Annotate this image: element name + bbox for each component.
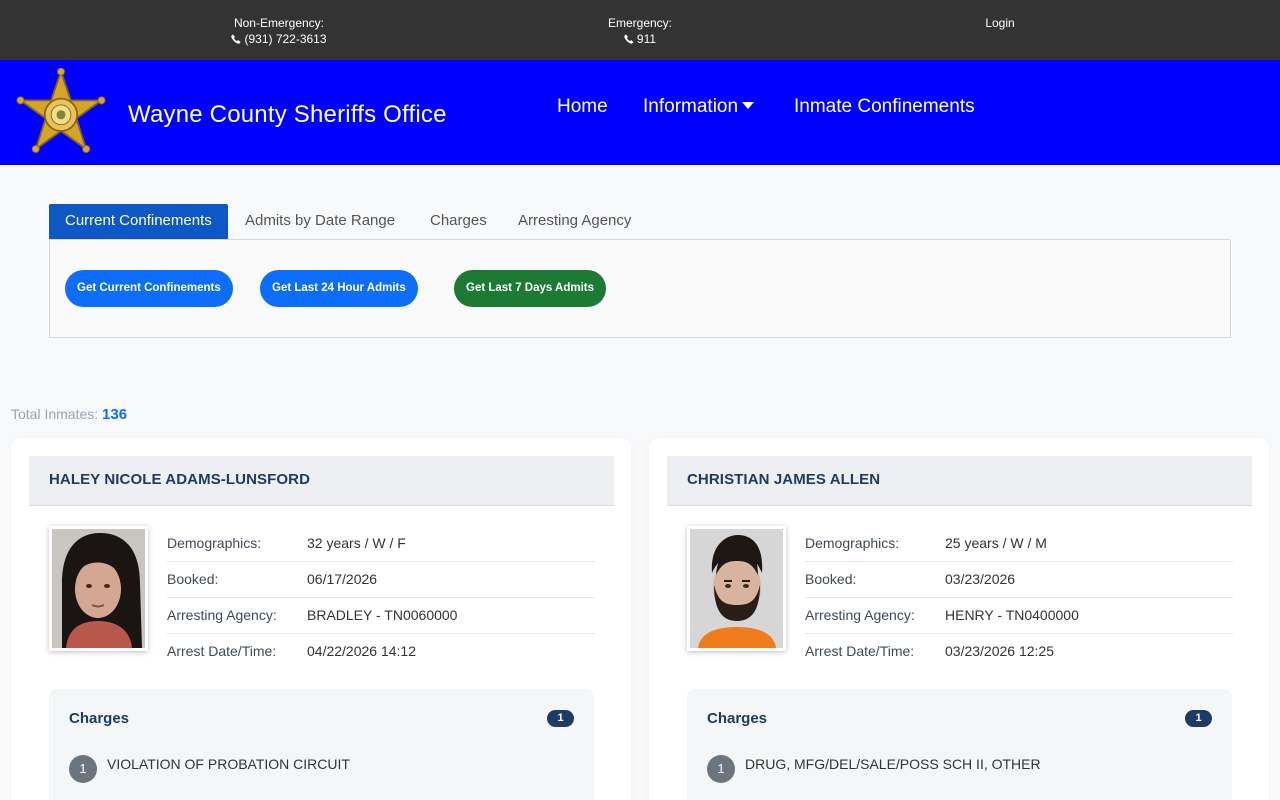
total-inmates-label: Total Inmates: <box>11 406 99 422</box>
inmate-mugshot[interactable] <box>49 526 148 651</box>
nav-information-label: Information <box>643 96 739 117</box>
emergency-contact: Emergency: 911 <box>540 15 740 47</box>
tab-arresting-agency[interactable]: Arresting Agency <box>502 204 647 240</box>
tab-admits-by-date-range[interactable]: Admits by Date Range <box>229 204 411 240</box>
charges-title: Charges <box>707 710 768 727</box>
nav-information[interactable]: Information <box>643 96 755 118</box>
agency-value: BRADLEY - TN0060000 <box>307 607 458 623</box>
demographics-label: Demographics: <box>805 535 900 551</box>
demographics-value: 32 years / W / F <box>307 535 406 551</box>
inmate-details: Demographics: 25 years / W / M Booked: 0… <box>805 526 1233 670</box>
arrest-label: Arrest Date/Time: <box>805 643 915 659</box>
mugshot-female-image <box>52 529 145 648</box>
non-emergency-contact: Non-Emergency: (931) 722-3613 <box>179 15 379 47</box>
booked-label: Booked: <box>167 571 219 587</box>
charge-item: 1 DRUG, MFG/DEL/SALE/POSS SCH II, OTHER <box>707 755 1041 783</box>
charges-title: Charges <box>69 710 130 727</box>
charge-text: DRUG, MFG/DEL/SALE/POSS SCH II, OTHER <box>745 756 1041 772</box>
sheriff-star-logo[interactable] <box>14 68 108 158</box>
get-last-24-hour-admits-button[interactable]: Get Last 24 Hour Admits <box>260 270 418 307</box>
charge-number: 1 <box>707 755 735 783</box>
login-link[interactable]: Login <box>900 15 1100 31</box>
agency-row: Arresting Agency: HENRY - TN0400000 <box>805 598 1233 634</box>
agency-value: HENRY - TN0400000 <box>945 607 1079 623</box>
emergency-phone-link[interactable]: 911 <box>540 31 740 47</box>
demographics-row: Demographics: 32 years / W / F <box>167 526 595 562</box>
inmate-name[interactable]: CHRISTIAN JAMES ALLEN <box>687 471 880 488</box>
arrest-label: Arrest Date/Time: <box>167 643 277 659</box>
charge-number: 1 <box>69 755 97 783</box>
tab-panel: Get Current Confinements Get Last 24 Hou… <box>49 239 1231 338</box>
arrest-row: Arrest Date/Time: 03/23/2026 12:25 <box>805 634 1233 670</box>
top-contact-bar: Non-Emergency: (931) 722-3613 Emergency:… <box>0 0 1280 60</box>
demographics-row: Demographics: 25 years / W / M <box>805 526 1233 562</box>
booked-value: 06/17/2026 <box>307 571 378 587</box>
inmate-name[interactable]: HALEY NICOLE ADAMS-LUNSFORD <box>49 471 310 488</box>
inmate-card: HALEY NICOLE ADAMS-LUNSFORD Demographics… <box>11 438 631 800</box>
total-inmates: Total Inmates: 136 <box>11 406 127 423</box>
caret-down-icon <box>742 102 755 109</box>
inmate-card-header: CHRISTIAN JAMES ALLEN <box>667 456 1252 506</box>
demographics-label: Demographics: <box>167 535 262 551</box>
nav-home[interactable]: Home <box>557 96 608 118</box>
tab-current-confinements[interactable]: Current Confinements <box>49 204 228 240</box>
arrest-value: 03/23/2026 12:25 <box>945 643 1054 659</box>
mugshot-male-image <box>690 529 783 648</box>
get-last-7-days-admits-button[interactable]: Get Last 7 Days Admits <box>454 270 607 307</box>
charges-panel: Charges 1 1 VIOLATION OF PROBATION CIRCUI… <box>49 689 594 800</box>
charges-count-badge: 1 <box>1185 710 1212 727</box>
inmate-card-header: HALEY NICOLE ADAMS-LUNSFORD <box>29 456 614 506</box>
booked-row: Booked: 03/23/2026 <box>805 562 1233 598</box>
booked-value: 03/23/2026 <box>945 571 1016 587</box>
agency-label: Arresting Agency: <box>805 607 915 623</box>
main-navbar: Wayne County Sheriffs Office Home Inform… <box>0 60 1280 165</box>
arrest-row: Arrest Date/Time: 04/22/2026 14:12 <box>167 634 595 670</box>
tab-charges[interactable]: Charges <box>414 204 503 240</box>
emergency-phone: 911 <box>636 32 657 46</box>
inmate-details: Demographics: 32 years / W / F Booked: 0… <box>167 526 595 670</box>
booked-label: Booked: <box>805 571 857 587</box>
emergency-label: Emergency: <box>607 16 673 30</box>
get-current-confinements-button[interactable]: Get Current Confinements <box>65 270 233 307</box>
charges-panel: Charges 1 1 DRUG, MFG/DEL/SALE/POSS SCH I… <box>687 689 1232 800</box>
charge-item: 1 VIOLATION OF PROBATION CIRCUIT <box>69 755 350 783</box>
non-emergency-phone-link[interactable]: (931) 722-3613 <box>179 31 379 47</box>
total-inmates-count: 136 <box>102 406 128 423</box>
site-brand[interactable]: Wayne County Sheriffs Office <box>128 101 447 129</box>
agency-row: Arresting Agency: BRADLEY - TN0060000 <box>167 598 595 634</box>
non-emergency-phone: (931) 722-3613 <box>244 32 327 46</box>
nav-inmate-confinements[interactable]: Inmate Confinements <box>794 96 975 118</box>
non-emergency-label: Non-Emergency: <box>233 16 325 30</box>
phone-icon <box>624 34 634 44</box>
charge-text: VIOLATION OF PROBATION CIRCUIT <box>107 756 350 772</box>
agency-label: Arresting Agency: <box>167 607 277 623</box>
arrest-value: 04/22/2026 14:12 <box>307 643 416 659</box>
booked-row: Booked: 06/17/2026 <box>167 562 595 598</box>
charges-count-badge: 1 <box>547 710 574 727</box>
inmate-mugshot[interactable] <box>687 526 786 651</box>
demographics-value: 25 years / W / M <box>945 535 1047 551</box>
inmate-card: CHRISTIAN JAMES ALLEN Demographics: 25 y… <box>649 438 1269 800</box>
phone-icon <box>231 34 241 44</box>
